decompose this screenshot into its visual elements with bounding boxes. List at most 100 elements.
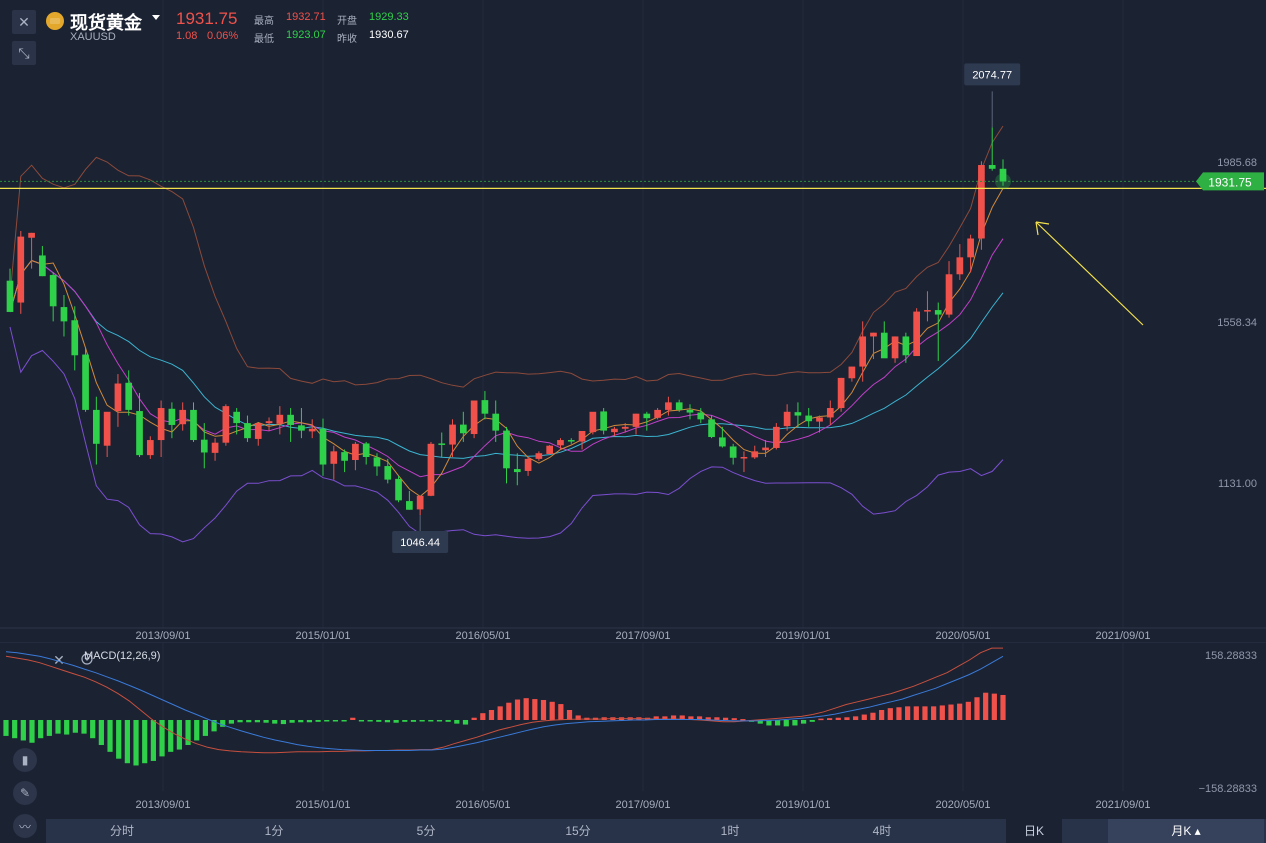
tab-daily[interactable]: 日K <box>1006 819 1062 843</box>
macd-histogram-bar <box>384 720 391 723</box>
candle-body <box>406 501 413 510</box>
gold-coin-icon <box>46 12 64 30</box>
last-price-tag-label: 1931.75 <box>1208 175 1252 189</box>
candle-body <box>319 428 327 465</box>
indicator-wave-icon[interactable]: 〰 <box>13 814 37 838</box>
macd-histogram-bar <box>948 704 954 720</box>
candle-body <box>513 469 521 473</box>
collapse-arrows-icon[interactable]: ⤡ <box>12 41 36 65</box>
macd-histogram-bar <box>107 720 113 752</box>
candle-body <box>103 411 111 446</box>
macd-histogram-bar <box>722 717 729 720</box>
candle-body <box>967 238 974 258</box>
candle-body <box>265 421 273 424</box>
macd-x-tick-label: 2013/09/01 <box>135 799 190 811</box>
macd-histogram-bar <box>254 720 261 723</box>
candle-body <box>28 232 35 238</box>
max-marker-label: 2074.77 <box>972 69 1012 81</box>
macd-histogram-bar <box>350 717 356 720</box>
timeframe-bar: 分时 1分 5分 15分 1时 4时 日K 月K ▴ <box>46 819 1266 843</box>
y-tick-label: 1558.34 <box>1217 317 1257 329</box>
candle-body <box>913 311 920 357</box>
macd-histogram-bar <box>12 720 18 739</box>
macd-histogram-bar <box>341 720 347 722</box>
dropdown-caret-icon[interactable] <box>152 15 160 20</box>
tab-4hour[interactable]: 4时 <box>842 819 922 843</box>
macd-histogram-bar <box>445 720 451 722</box>
macd-histogram-bar <box>887 708 893 720</box>
high-label: 最高 <box>254 16 274 27</box>
macd-histogram-bar <box>939 705 945 720</box>
tab-timeline[interactable]: 分时 <box>82 819 162 843</box>
macd-histogram-bar <box>246 720 252 723</box>
tab-monthly[interactable]: 月K ▴ <box>1108 819 1264 843</box>
tab-15min[interactable]: 15分 <box>538 819 618 843</box>
macd-histogram-bar <box>142 720 148 764</box>
macd-histogram-bar <box>324 720 330 722</box>
candle-body <box>200 439 208 453</box>
close-x-icon[interactable]: ✕ <box>12 10 36 34</box>
x-tick-label: 2019/01/01 <box>775 630 830 642</box>
candle-body <box>254 423 262 439</box>
macd-histogram-bar <box>957 703 963 720</box>
candlestick-icon[interactable]: ▮ <box>13 748 37 772</box>
candle-body <box>816 417 823 422</box>
candle-body <box>945 274 953 315</box>
macd-histogram-bar <box>272 720 278 724</box>
x-tick-label: 2020/05/01 <box>935 630 990 642</box>
candle-body <box>772 426 780 448</box>
macd-histogram-bar <box>462 720 469 725</box>
candle-body <box>17 236 25 303</box>
candle-body <box>783 411 791 427</box>
macd-chart[interactable]: 2013/09/01 2015/01/01 2016/05/01 2017/09/01… <box>0 643 1266 819</box>
candle-body <box>697 412 705 420</box>
macd-histogram-bar <box>289 720 295 723</box>
chart-stage: 2013/09/01 2015/01/01 2016/05/01 2017/09/01… <box>0 0 1266 843</box>
candle-body <box>470 400 478 435</box>
macd-histogram-bar <box>532 699 538 720</box>
candle-body <box>719 437 726 447</box>
candle-body <box>557 440 564 446</box>
price-chart[interactable]: 2013/09/01 2015/01/01 2016/05/01 2017/09/01… <box>0 0 1266 643</box>
macd-histogram-bar <box>809 720 815 722</box>
tab-1min[interactable]: 1分 <box>234 819 314 843</box>
macd-histogram-bar <box>38 720 44 739</box>
candle-body <box>665 402 672 410</box>
quote-header: ✕ ⤡ 现货黄金 XAUUSD 1931.75 1.08 0.06% 最高 19… <box>0 0 500 65</box>
macd-histogram-bar <box>393 720 399 723</box>
candle-body <box>546 445 554 454</box>
candle-body <box>621 426 629 429</box>
candle-body <box>891 336 899 359</box>
macd-y-tick-bottom: −158.28833 <box>1199 783 1257 795</box>
high-value: 1932.71 <box>286 11 326 23</box>
macd-histogram-bar <box>46 720 52 736</box>
candle-body <box>611 428 618 433</box>
candle-body <box>136 411 143 456</box>
macd-histogram-bar <box>428 720 434 722</box>
candle-body <box>826 408 834 418</box>
macd-histogram-bar <box>402 720 408 722</box>
candle-body <box>708 419 715 438</box>
macd-histogram-bar <box>3 720 9 736</box>
candle-body <box>308 428 316 432</box>
instrument-symbol: XAUUSD <box>70 31 116 43</box>
tab-5min[interactable]: 5分 <box>386 819 466 843</box>
candle-body <box>675 402 683 410</box>
tab-1hour[interactable]: 1时 <box>690 819 770 843</box>
candle-body <box>762 447 769 451</box>
macd-histogram-bar <box>853 716 859 720</box>
candle-body <box>859 336 867 367</box>
candle-body <box>729 446 737 458</box>
macd-histogram-bar <box>540 699 547 720</box>
macd-histogram-bar <box>991 693 997 720</box>
pencil-draw-icon[interactable]: ✎ <box>13 781 37 805</box>
macd-histogram-bar <box>20 720 26 741</box>
macd-x-tick-label: 2020/05/01 <box>935 799 990 811</box>
macd-histogram-bar <box>783 720 789 727</box>
macd-histogram-bar <box>1000 694 1006 720</box>
macd-histogram-bar <box>558 704 564 720</box>
candle-body <box>686 409 694 413</box>
candle-body <box>341 452 348 461</box>
candle-body <box>740 457 748 459</box>
macd-histogram-bar <box>844 717 850 720</box>
